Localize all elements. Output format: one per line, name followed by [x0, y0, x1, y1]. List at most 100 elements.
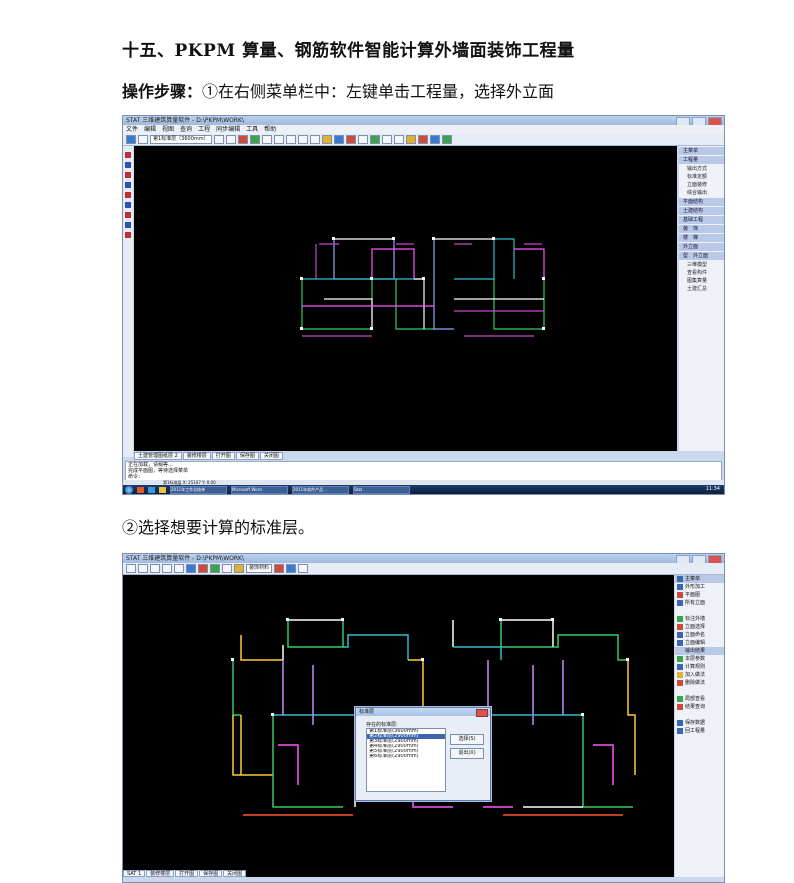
- command-area[interactable]: 正在加载，请稍等... 完成平面图，等待选择菜单 命令：: [125, 461, 722, 481]
- grid-icon[interactable]: [369, 135, 380, 144]
- facade-canvas[interactable]: 标准层 存在的标准层: 第1标准层(3600mm) 第2标准层(2900mm) …: [123, 575, 674, 877]
- material-select[interactable]: 装饰材料: [246, 564, 273, 573]
- rp-standard-quota[interactable]: 标准定额: [679, 173, 724, 181]
- delete-icon[interactable]: [345, 135, 356, 144]
- zoom-in-icon[interactable]: [273, 135, 284, 144]
- rp-facade-decor[interactable]: 立面装修: [679, 181, 724, 189]
- door-tool-icon[interactable]: [125, 192, 131, 198]
- quicklaunch-icon[interactable]: [137, 486, 144, 493]
- tab-open[interactable]: 打开图: [211, 452, 235, 460]
- arc-icon[interactable]: [393, 135, 404, 144]
- menu-query[interactable]: 查询: [180, 125, 192, 134]
- window-tool-icon[interactable]: [125, 202, 131, 208]
- start-orb-icon[interactable]: [125, 485, 133, 494]
- stair-tool-icon[interactable]: [125, 212, 131, 218]
- taskbar-item[interactable]: Microsoft Word: [231, 485, 288, 494]
- rp-quantities[interactable]: 工程量: [679, 156, 724, 164]
- rp2-back-quantities[interactable]: 回工程量: [675, 727, 724, 735]
- pan-icon[interactable]: [162, 564, 172, 573]
- rp-decoration[interactable]: 装 饰: [679, 225, 724, 233]
- quicklaunch-icon[interactable]: [148, 486, 155, 493]
- rp2-output-results[interactable]: 输出结果: [675, 647, 724, 655]
- rp-stairs[interactable]: 楼 梯: [679, 234, 724, 242]
- drawing-canvas[interactable]: [134, 146, 677, 451]
- rp-plan-structure[interactable]: 平面结构: [679, 198, 724, 206]
- report-icon[interactable]: [429, 135, 440, 144]
- rp-view-component[interactable]: 查看构件: [679, 269, 724, 277]
- rp-civil-structure[interactable]: 土建结构: [679, 207, 724, 215]
- tab-save[interactable]: 保存图: [199, 870, 223, 877]
- floor-listbox[interactable]: 第1标准层(3600mm) 第2标准层(2900mm) 第3标准层(2900mm…: [366, 728, 446, 792]
- floor-list-item[interactable]: 第6标准层(2900mm): [367, 754, 445, 759]
- rp-facade[interactable]: 外立面: [679, 243, 724, 251]
- undo-icon[interactable]: [213, 135, 224, 144]
- taskbar-item[interactable]: 2011年工作总结单: [170, 485, 227, 494]
- zoom-all-icon[interactable]: [174, 564, 184, 573]
- tab-sat[interactable]: SAT 1: [123, 870, 146, 877]
- taskbar-item[interactable]: 2011年软件产品...: [292, 485, 349, 494]
- text-icon[interactable]: [222, 564, 232, 573]
- draw-icon[interactable]: [237, 135, 248, 144]
- menu-tools[interactable]: 工具: [246, 125, 258, 134]
- exit-button[interactable]: 退出(X): [450, 748, 484, 759]
- 3d-view-icon[interactable]: [321, 135, 332, 144]
- column-tool-icon[interactable]: [125, 162, 131, 168]
- beam-tool-icon[interactable]: [125, 172, 131, 178]
- zoom-out-icon[interactable]: [285, 135, 296, 144]
- tab-open[interactable]: 打开图: [175, 870, 199, 877]
- rp2-save-data[interactable]: 保存数据: [675, 719, 724, 727]
- rp-main-menu[interactable]: 主菜单: [679, 147, 724, 155]
- rp2-calc-rules[interactable]: 计算规则: [675, 663, 724, 671]
- rp2-main-menu[interactable]: 主菜单: [675, 575, 724, 583]
- redo-icon[interactable]: [225, 135, 236, 144]
- copy-icon[interactable]: [357, 135, 368, 144]
- tab-close[interactable]: 关闭图: [223, 870, 247, 877]
- tab-close[interactable]: 关闭图: [259, 452, 283, 460]
- rp2-mark-exterior-wall[interactable]: 标注外墙: [675, 615, 724, 623]
- text-tool-icon[interactable]: [125, 232, 131, 238]
- rp-atlas-calc[interactable]: 图集算量: [679, 277, 724, 285]
- rp-3d-model[interactable]: 三维模型: [679, 261, 724, 269]
- zoom-window-icon[interactable]: [297, 135, 308, 144]
- text-icon[interactable]: [405, 135, 416, 144]
- rp2-facade-select[interactable]: 立面选择: [675, 623, 724, 631]
- quicklaunch-icon[interactable]: [159, 486, 166, 493]
- layer-icon[interactable]: [186, 564, 196, 573]
- slab-tool-icon[interactable]: [125, 182, 131, 188]
- delete-icon[interactable]: [274, 564, 285, 573]
- rp2-facade-name[interactable]: 立面命名: [675, 631, 724, 639]
- print-icon[interactable]: [298, 564, 309, 573]
- rp-summary-output[interactable]: 综合输出: [679, 189, 724, 197]
- menu-help[interactable]: 帮助: [264, 125, 276, 134]
- line-icon[interactable]: [381, 135, 392, 144]
- calc-icon[interactable]: [417, 135, 428, 144]
- room-tool-icon[interactable]: [125, 222, 131, 228]
- rp2-result-query[interactable]: 结果查询: [675, 703, 724, 711]
- zoom-all-icon[interactable]: [309, 135, 320, 144]
- menu-edit[interactable]: 编辑: [144, 125, 156, 134]
- rp2-local-view[interactable]: 局部查看: [675, 695, 724, 703]
- tab-save[interactable]: 保存图: [235, 452, 259, 460]
- rp2-delete-method[interactable]: 删除做法: [675, 679, 724, 687]
- save-icon[interactable]: [286, 564, 297, 573]
- zoom-window-icon[interactable]: [150, 564, 160, 573]
- rp2-plan-view[interactable]: 平面图: [675, 591, 724, 599]
- taskbar-item[interactable]: Stat: [353, 485, 410, 494]
- menu-project[interactable]: 工程: [198, 125, 210, 134]
- tab-decor-floor[interactable]: 装修楼层: [182, 452, 211, 460]
- rp-output-mode[interactable]: 输出方式: [679, 165, 724, 173]
- grid-icon[interactable]: [210, 564, 220, 573]
- render-icon[interactable]: [333, 135, 344, 144]
- wall-tool-icon[interactable]: [125, 152, 131, 158]
- rp-civil-summary[interactable]: 土建汇总: [679, 285, 724, 293]
- check-icon[interactable]: [441, 135, 452, 144]
- zoom-in-icon[interactable]: [126, 564, 136, 573]
- tab-decor-floor[interactable]: 装修楼层: [146, 870, 175, 877]
- floor-select[interactable]: 第1标准层（3600mm）: [150, 135, 212, 144]
- rp2-facade-edit[interactable]: 立面编辑: [675, 639, 724, 647]
- move-icon[interactable]: [261, 135, 272, 144]
- print-icon[interactable]: [138, 135, 148, 144]
- draw-icon[interactable]: [198, 564, 208, 573]
- save-icon[interactable]: [126, 135, 136, 144]
- dialog-close-button[interactable]: [476, 709, 488, 717]
